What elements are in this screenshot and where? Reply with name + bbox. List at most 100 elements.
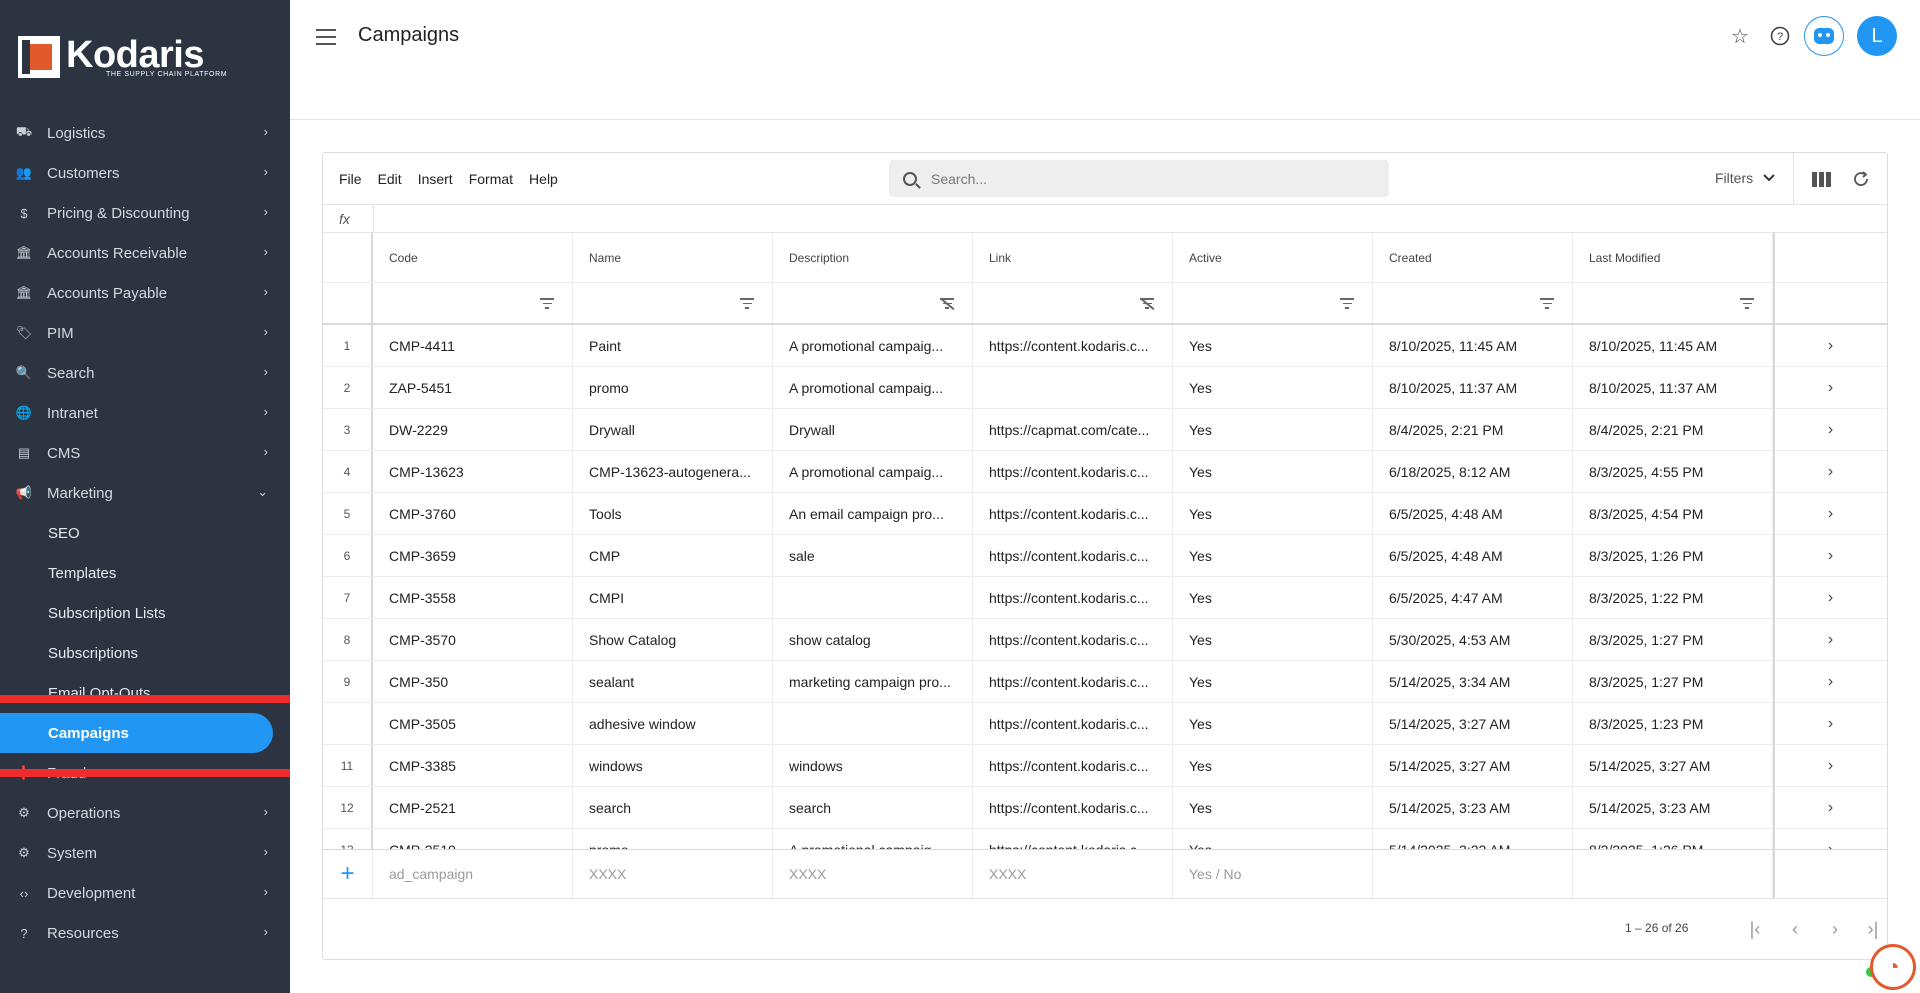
- sidebar-item-search[interactable]: 🔍 Search ›: [0, 353, 290, 393]
- table-cell[interactable]: Yes: [1173, 829, 1373, 850]
- table-cell[interactable]: Yes: [1173, 367, 1373, 408]
- column-header-last-modified[interactable]: Last Modified: [1573, 233, 1773, 282]
- filter-cell[interactable]: [773, 283, 973, 323]
- table-cell[interactable]: 5/14/2025, 3:27 AM: [1373, 703, 1573, 744]
- column-header-link[interactable]: Link: [973, 233, 1173, 282]
- filter-icon[interactable]: [540, 298, 554, 310]
- column-header-code[interactable]: Code: [373, 233, 573, 282]
- table-cell[interactable]: CMP-3558: [373, 577, 573, 618]
- table-cell[interactable]: 5/14/2025, 3:27 AM: [1373, 745, 1573, 786]
- sidebar-item-accounts-receivable[interactable]: 🏛 Accounts Receivable ›: [0, 233, 290, 273]
- star-icon[interactable]: ☆: [1728, 24, 1752, 48]
- table-cell[interactable]: [773, 577, 973, 618]
- row-open-chevron-icon[interactable]: ›: [1773, 451, 1887, 492]
- table-row[interactable]: 12 CMP-2521 search search https://content.ko…: [323, 787, 1887, 829]
- table-cell[interactable]: CMP-13623: [373, 451, 573, 492]
- new-row-input[interactable]: ad_campaign: [373, 850, 573, 898]
- table-cell[interactable]: DW-2229: [373, 409, 573, 450]
- table-cell[interactable]: CMP-3760: [373, 493, 573, 534]
- table-cell[interactable]: https://content.kodaris.c...: [973, 661, 1173, 702]
- new-row-input[interactable]: Yes / No: [1173, 850, 1373, 898]
- table-cell[interactable]: Paint: [573, 325, 773, 366]
- first-page-icon[interactable]: |‹: [1743, 917, 1767, 941]
- user-avatar[interactable]: L: [1857, 16, 1897, 56]
- table-row[interactable]: 11 CMP-3385 windows windows https://content.…: [323, 745, 1887, 787]
- row-open-chevron-icon[interactable]: ›: [1773, 535, 1887, 576]
- search-input[interactable]: [931, 170, 1351, 187]
- menu-file[interactable]: File: [339, 171, 362, 187]
- table-cell[interactable]: 8/10/2025, 11:37 AM: [1373, 367, 1573, 408]
- table-cell[interactable]: 8/4/2025, 2:21 PM: [1373, 409, 1573, 450]
- table-row[interactable]: 2 ZAP-5451 promo A promotional campaig... Ye…: [323, 367, 1887, 409]
- table-cell[interactable]: CMP-2519: [373, 829, 573, 850]
- filter-cell[interactable]: [573, 283, 773, 323]
- table-row[interactable]: 7 CMP-3558 CMPI https://content.kodaris.c..…: [323, 577, 1887, 619]
- table-row[interactable]: 8 CMP-3570 Show Catalog show catalog https:/…: [323, 619, 1887, 661]
- table-cell[interactable]: https://content.kodaris.c...: [973, 325, 1173, 366]
- table-cell[interactable]: windows: [573, 745, 773, 786]
- filter-icon[interactable]: [1340, 298, 1354, 310]
- table-cell[interactable]: Yes: [1173, 493, 1373, 534]
- table-cell[interactable]: CMP-3570: [373, 619, 573, 660]
- table-cell[interactable]: CMPI: [573, 577, 773, 618]
- table-cell[interactable]: https://content.kodaris.c...: [973, 535, 1173, 576]
- new-row-input[interactable]: XXXX: [773, 850, 973, 898]
- table-cell[interactable]: 5/14/2025, 3:23 AM: [1373, 787, 1573, 828]
- column-header-created[interactable]: Created: [1373, 233, 1573, 282]
- filter-off-icon[interactable]: [1140, 298, 1154, 310]
- table-cell[interactable]: [773, 703, 973, 744]
- new-row-input[interactable]: XXXX: [973, 850, 1173, 898]
- row-open-chevron-icon[interactable]: ›: [1773, 619, 1887, 660]
- prev-page-icon[interactable]: ‹: [1783, 917, 1807, 941]
- row-open-chevron-icon[interactable]: ›: [1773, 325, 1887, 366]
- filter-icon[interactable]: [1540, 298, 1554, 310]
- table-cell[interactable]: search: [773, 787, 973, 828]
- table-cell[interactable]: CMP-2521: [373, 787, 573, 828]
- table-cell[interactable]: https://content.kodaris.c...: [973, 493, 1173, 534]
- table-cell[interactable]: adhesive window: [573, 703, 773, 744]
- refresh-icon[interactable]: [1851, 169, 1871, 189]
- filter-cell[interactable]: [1173, 283, 1373, 323]
- table-cell[interactable]: A promotional campaig...: [773, 367, 973, 408]
- table-cell[interactable]: show catalog: [773, 619, 973, 660]
- table-cell[interactable]: 8/10/2025, 11:45 AM: [1573, 325, 1773, 366]
- table-cell[interactable]: 6/5/2025, 4:48 AM: [1373, 493, 1573, 534]
- table-cell[interactable]: https://content.kodaris.c...: [973, 451, 1173, 492]
- table-cell[interactable]: Yes: [1173, 619, 1373, 660]
- table-cell[interactable]: Yes: [1173, 325, 1373, 366]
- table-cell[interactable]: Yes: [1173, 703, 1373, 744]
- sidebar-item-cms[interactable]: ▤ CMS ›: [0, 433, 290, 473]
- table-cell[interactable]: Show Catalog: [573, 619, 773, 660]
- new-row-input[interactable]: [1573, 850, 1773, 898]
- table-cell[interactable]: 8/3/2025, 1:23 PM: [1573, 703, 1773, 744]
- table-cell[interactable]: sale: [773, 535, 973, 576]
- table-row[interactable]: 5 CMP-3760 Tools An email campaign pro... ht…: [323, 493, 1887, 535]
- table-cell[interactable]: 6/18/2025, 8:12 AM: [1373, 451, 1573, 492]
- table-cell[interactable]: 8/3/2025, 1:27 PM: [1573, 661, 1773, 702]
- table-row[interactable]: 9 CMP-350 sealant marketing campaign pro...…: [323, 661, 1887, 703]
- filter-icon[interactable]: [1740, 298, 1754, 310]
- table-cell[interactable]: 5/30/2025, 4:53 AM: [1373, 619, 1573, 660]
- filter-cell[interactable]: [1573, 283, 1773, 323]
- table-cell[interactable]: Drywall: [573, 409, 773, 450]
- table-cell[interactable]: CMP-3505: [373, 703, 573, 744]
- row-open-chevron-icon[interactable]: ›: [1773, 661, 1887, 702]
- table-cell[interactable]: 5/14/2025, 3:27 AM: [1573, 745, 1773, 786]
- row-open-chevron-icon[interactable]: ›: [1773, 703, 1887, 744]
- sidebar-item-accounts-payable[interactable]: 🏛 Accounts Payable ›: [0, 273, 290, 313]
- sidebar-subitem-seo[interactable]: SEO: [0, 513, 290, 553]
- table-cell[interactable]: search: [573, 787, 773, 828]
- table-cell[interactable]: Yes: [1173, 661, 1373, 702]
- formula-bar[interactable]: fx: [323, 205, 1887, 233]
- table-cell[interactable]: 6/5/2025, 4:48 AM: [1373, 535, 1573, 576]
- table-cell[interactable]: Yes: [1173, 535, 1373, 576]
- row-open-chevron-icon[interactable]: ›: [1773, 829, 1887, 851]
- sidebar-item-pim[interactable]: 🏷 PIM ›: [0, 313, 290, 353]
- table-cell[interactable]: promo: [573, 367, 773, 408]
- sidebar-item-pricing-discounting[interactable]: $ Pricing & Discounting ›: [0, 193, 290, 233]
- table-cell[interactable]: https://content.kodaris.c...: [973, 745, 1173, 786]
- table-cell[interactable]: A promotional campaig...: [773, 451, 973, 492]
- sidebar-item-development[interactable]: ‹› Development ›: [0, 873, 290, 913]
- kodaris-logo[interactable]: Kodaris THE SUPPLY CHAIN PLATFORM: [18, 36, 227, 78]
- sidebar-item-operations[interactable]: ⚙ Operations ›: [0, 793, 290, 833]
